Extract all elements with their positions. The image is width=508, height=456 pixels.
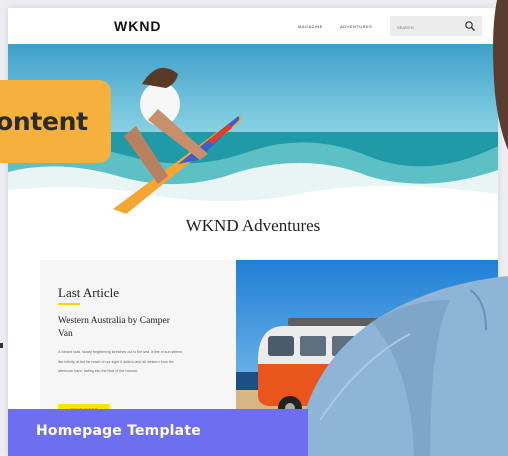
top-nav: WKND MAGAZINE ADVENTURES: [8, 8, 498, 44]
search-icon[interactable]: [464, 20, 476, 32]
search-box: [390, 16, 482, 37]
last-article-card: Last Article Western Australia by Camper…: [40, 260, 236, 430]
accent-rule: [58, 303, 80, 305]
content-callout: ontent: [0, 80, 111, 163]
camper-van-image[interactable]: [236, 260, 498, 430]
card-kicker: Last Article: [58, 285, 120, 300]
template-banner: Homepage Template: [8, 409, 308, 456]
edge-marker: [0, 343, 3, 348]
page-title: WKND Adventures: [185, 216, 321, 235]
callout-text: ontent: [0, 107, 88, 136]
article-excerpt: A vibrant road, slowly brightening stret…: [58, 350, 183, 373]
banner-label: Homepage Template: [36, 423, 201, 439]
search-input[interactable]: [390, 18, 457, 37]
site-logo[interactable]: WKND: [114, 18, 162, 34]
nav-link-magazine[interactable]: MAGAZINE: [298, 24, 323, 29]
nav-link-adventures[interactable]: ADVENTURES: [340, 24, 372, 29]
wknd-site-preview: WKND MAGAZINE ADVENTURES SEARCH WKND Adv…: [8, 8, 498, 456]
article-title[interactable]: Western Australia by Camper Van: [58, 315, 183, 341]
